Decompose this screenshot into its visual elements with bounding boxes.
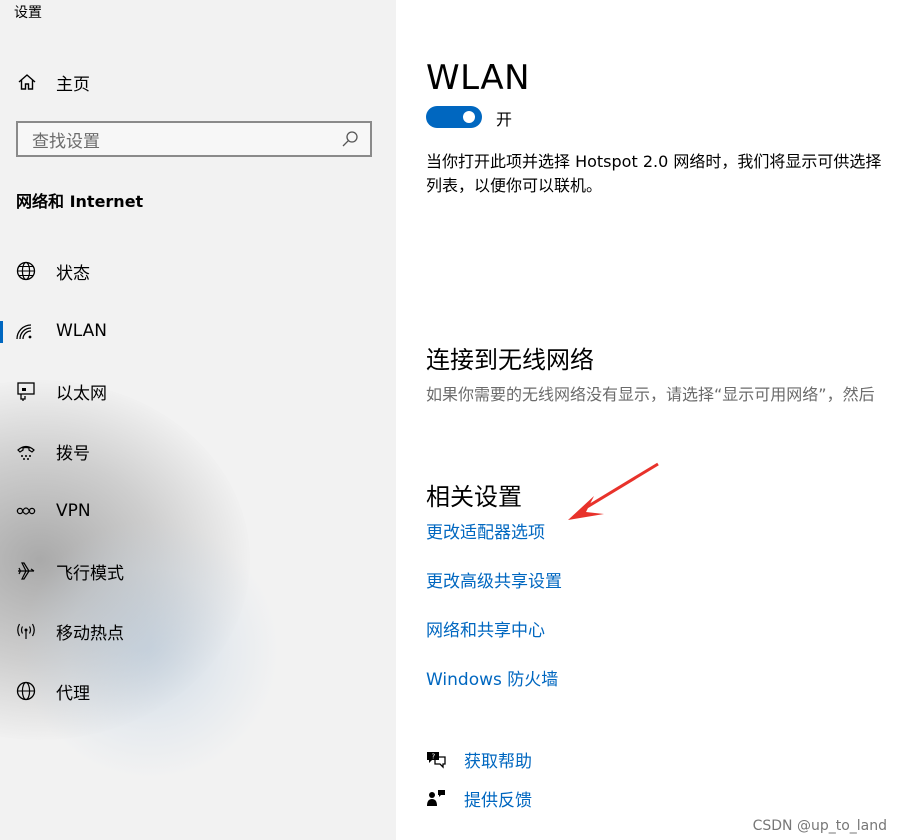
get-help[interactable]: ? 获取帮助 [424,745,532,773]
sidebar-item-airplane[interactable]: 飞行模式 [0,551,396,591]
sidebar-item-label: 拨号 [56,443,90,464]
main-content: WLAN 开 当你打开此项并选择 Hotspot 2.0 网络时，我们将显示可供… [396,0,901,840]
sidebar-item-label: 状态 [56,263,90,284]
sidebar-item-label: 代理 [56,683,90,704]
home-icon [14,69,40,95]
hotspot-icon [14,619,38,643]
airplane-icon [14,559,38,583]
nav-home[interactable]: 主页 [14,68,374,96]
feedback-person-icon [424,786,448,810]
toggle-knob [463,111,475,123]
wlan-toggle[interactable] [426,106,482,128]
sidebar-item-status[interactable]: 状态 [0,251,396,291]
give-feedback[interactable]: 提供反馈 [424,784,532,812]
sidebar-item-dialup[interactable]: 拨号 [0,431,396,471]
section-title: 网络和 Internet [16,192,144,211]
link-advanced-sharing[interactable]: 更改高级共享设置 [426,567,562,592]
sidebar-item-label: 移动热点 [56,623,124,644]
connect-description: 如果你需要的无线网络没有显示，请选择“显示可用网络”，然后 [426,385,875,404]
search-icon [338,127,362,151]
link-change-adapter-options[interactable]: 更改适配器选项 [426,518,545,543]
nav-home-label: 主页 [56,74,90,95]
search-input[interactable]: 查找设置 [16,121,372,157]
sidebar-item-ethernet[interactable]: 以太网 [0,371,396,411]
sidebar-item-proxy[interactable]: 代理 [0,671,396,711]
sidebar-item-label: WLAN [56,321,108,341]
sidebar-item-vpn[interactable]: VPN [0,491,396,531]
sidebar: 设置 主页 查找设置 网络和 Internet 状态 WLAN 以太网 拨号 V… [0,0,396,840]
link-network-sharing-center[interactable]: 网络和共享中心 [426,616,545,641]
sidebar-item-hotspot[interactable]: 移动热点 [0,611,396,651]
dialup-phone-icon [14,439,38,463]
link-windows-firewall[interactable]: Windows 防火墙 [426,665,558,690]
svg-text:?: ? [432,753,436,761]
description-line: 列表，以便你可以联机。 [426,176,603,195]
connect-heading: 连接到无线网络 [426,346,594,374]
proxy-globe-icon [14,679,38,703]
page-title: WLAN [426,58,531,98]
sidebar-item-label: 飞行模式 [56,563,124,584]
search-placeholder: 查找设置 [32,131,100,152]
vpn-icon [14,499,38,523]
help-chat-icon: ? [424,747,448,771]
related-settings-heading: 相关设置 [426,483,522,511]
toggle-state-label: 开 [496,110,513,129]
description-line: 当你打开此项并选择 Hotspot 2.0 网络时，我们将显示可供选择 [426,152,882,171]
get-help-label: 获取帮助 [464,751,532,772]
sidebar-item-label: VPN [56,501,91,521]
globe-status-icon [14,259,38,283]
sidebar-item-label: 以太网 [56,383,107,404]
annotation-arrow [568,462,659,520]
sidebar-item-wlan[interactable]: WLAN [0,311,396,351]
ethernet-icon [14,379,38,403]
watermark: CSDN @up_to_land [752,818,887,834]
window-title: 设置 [14,5,42,21]
wlan-description: 当你打开此项并选择 Hotspot 2.0 网络时，我们将显示可供选择 列表，以… [426,150,901,198]
wifi-icon [14,319,38,343]
give-feedback-label: 提供反馈 [464,790,532,811]
